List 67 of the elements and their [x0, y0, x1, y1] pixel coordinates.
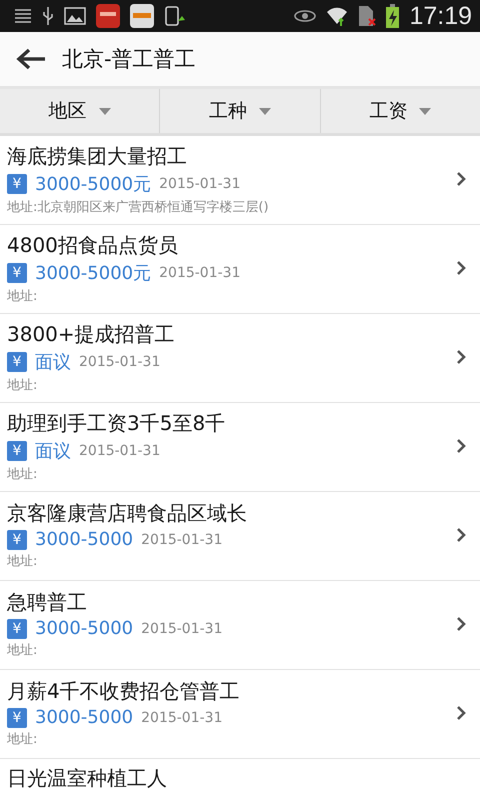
back-arrow-icon[interactable] — [16, 48, 46, 70]
chevron-right-icon — [456, 616, 466, 632]
clock: 17:19 — [409, 2, 472, 30]
address: 地址: — [7, 466, 38, 482]
currency-badge: ¥ — [7, 174, 27, 194]
job-list-item[interactable]: 急聘普工 ¥ 3000-5000 2015-01-31 地址: — [0, 581, 480, 670]
job-title: 月薪4千不收费招仓管普工 — [7, 678, 241, 705]
job-title: 海底捞集团大量招工 — [7, 142, 188, 170]
address: 地址:北京朝阳区来广营西桥恒通写字楼三层() — [7, 198, 270, 216]
phone-upload-icon — [164, 5, 186, 27]
page-title: 北京-普工普工 — [62, 46, 196, 73]
dropdown-caret-icon — [98, 108, 111, 114]
salary: 3000-5000 — [35, 529, 134, 550]
chevron-right-icon — [456, 260, 466, 276]
image-icon — [64, 7, 86, 25]
menu-icon — [14, 9, 32, 23]
salary: 面议 — [35, 440, 71, 462]
currency-badge: ¥ — [7, 440, 27, 460]
job-title: 4800招食品点货员 — [7, 232, 179, 258]
currency-badge: ¥ — [7, 262, 27, 282]
job-title: 3800+提成招普工 — [7, 320, 176, 348]
chevron-right-icon — [456, 349, 466, 365]
address: 地址: — [7, 642, 38, 659]
job-title: 日光温室种植工人 — [7, 765, 168, 792]
salary: 3000-5000元 — [35, 172, 152, 196]
job-title: 急聘普工 — [7, 589, 88, 616]
eye-icon — [294, 9, 316, 23]
dropdown-caret-icon — [258, 108, 271, 114]
post-date: 2015-01-31 — [159, 176, 240, 192]
post-date: 2015-01-31 — [79, 442, 160, 458]
job-list-item[interactable]: 日光温室种植工人 — [0, 759, 480, 800]
battery-icon — [386, 4, 400, 28]
chevron-right-icon — [456, 171, 466, 187]
sim-card-icon — [358, 5, 376, 27]
post-date: 2015-01-31 — [79, 354, 160, 370]
post-date: 2015-01-31 — [141, 532, 222, 548]
app-icon — [96, 4, 120, 28]
address: 地址: — [7, 731, 38, 748]
currency-badge: ¥ — [7, 708, 27, 728]
post-date: 2015-01-31 — [141, 710, 222, 726]
usb-icon — [42, 6, 54, 26]
job-list-item[interactable]: 海底捞集团大量招工 ¥ 3000-5000元 2015-01-31 地址:北京朝阳区来广营西桥恒通写字楼三层() — [0, 136, 480, 225]
app-icon — [130, 4, 154, 28]
currency-badge: ¥ — [7, 618, 27, 638]
chevron-right-icon — [456, 438, 466, 454]
post-date: 2015-01-31 — [141, 620, 222, 636]
address: 地址: — [7, 553, 38, 570]
job-title: 助理到手工资3千5至8千 — [7, 410, 226, 436]
currency-badge: ¥ — [7, 352, 27, 372]
salary: 3000-5000 — [35, 707, 134, 728]
job-title: 京客隆康营店聘食品区域长 — [7, 500, 248, 527]
wifi-icon — [326, 5, 348, 27]
salary: 3000-5000 — [35, 618, 134, 639]
address: 地址: — [7, 288, 38, 304]
job-list-item[interactable]: 3800+提成招普工 ¥ 面议 2015-01-31 地址: — [0, 314, 480, 403]
currency-badge: ¥ — [7, 530, 27, 550]
job-list-item[interactable]: 助理到手工资3千5至8千 ¥ 面议 2015-01-31 地址: — [0, 403, 480, 492]
salary: 面议 — [35, 350, 71, 374]
chevron-right-icon — [456, 527, 466, 543]
job-list-item[interactable]: 月薪4千不收费招仓管普工 ¥ 3000-5000 2015-01-31 地址: — [0, 670, 480, 759]
address: 地址: — [7, 376, 38, 394]
salary: 3000-5000元 — [35, 262, 152, 284]
post-date: 2015-01-31 — [159, 264, 240, 280]
job-list-item[interactable]: 4800招食品点货员 ¥ 3000-5000元 2015-01-31 地址: — [0, 225, 480, 314]
dropdown-caret-icon — [419, 108, 432, 114]
chevron-right-icon — [456, 705, 466, 721]
job-list-item[interactable]: 京客隆康营店聘食品区域长 ¥ 3000-5000 2015-01-31 地址: — [0, 492, 480, 581]
